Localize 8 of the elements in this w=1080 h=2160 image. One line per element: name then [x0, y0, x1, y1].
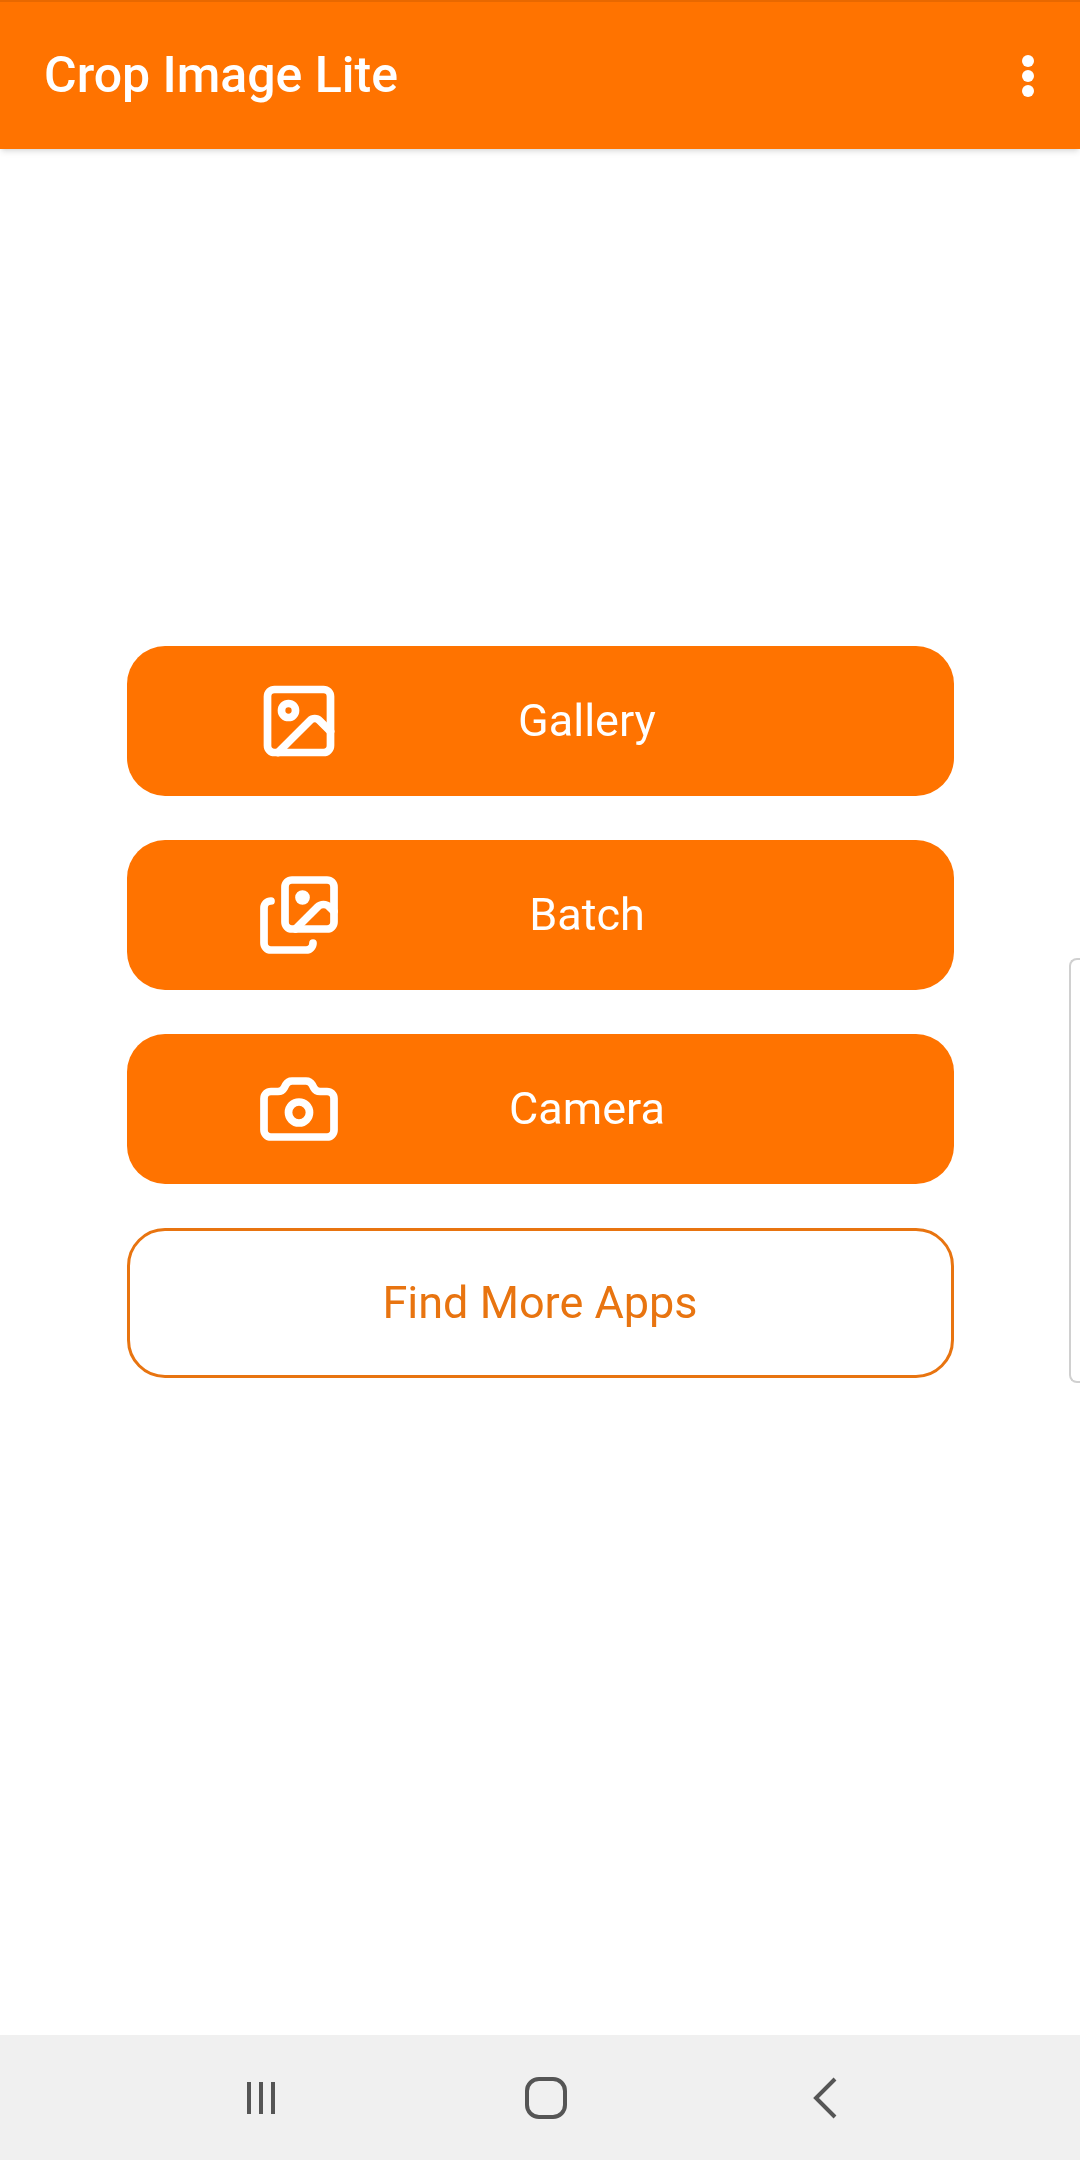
action-button[interactable]: Camera: [126, 1034, 954, 1184]
app-title: Crop Image Lite: [44, 45, 398, 106]
edge-panel-handle[interactable]: [1069, 958, 1080, 1383]
action-button[interactable]: Gallery: [126, 646, 954, 796]
more-vertical-icon: [1021, 53, 1035, 98]
home-icon[interactable]: [524, 2075, 568, 2120]
action-button[interactable]: Batch: [126, 840, 954, 990]
find-more-apps-button[interactable]: Find More Apps: [126, 1228, 954, 1378]
